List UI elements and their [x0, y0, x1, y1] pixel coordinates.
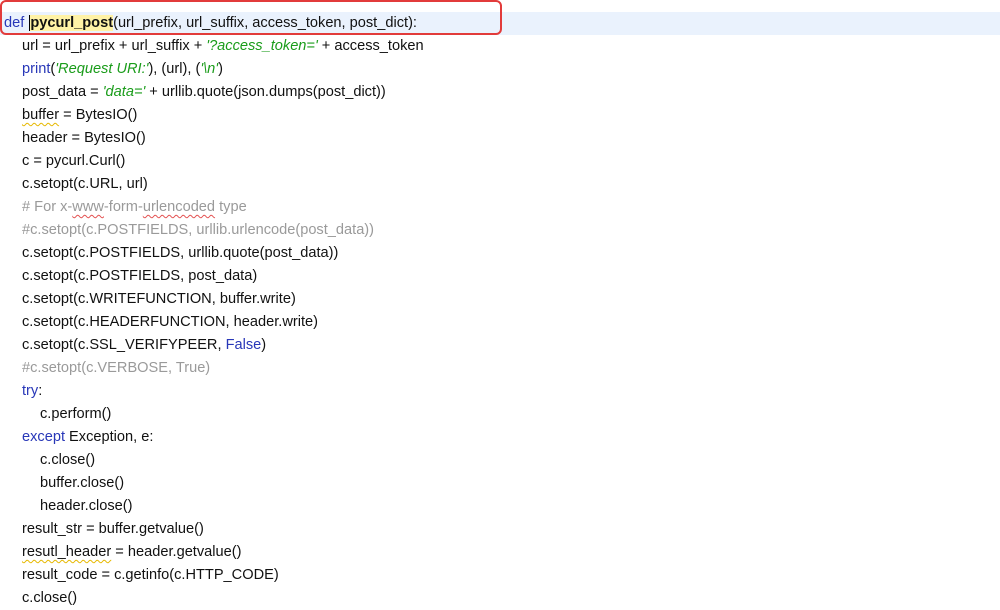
code-line[interactable]: print('Request URI:'), (url), ('\n') [0, 58, 223, 81]
code-line[interactable]: header.close() [0, 495, 132, 518]
code-line[interactable]: resutl_header = header.getvalue() [0, 541, 241, 564]
code-text: + urllib.quote(json.dumps(post_dict)) [145, 84, 386, 100]
code-text: result_str = buffer.getvalue() [22, 521, 204, 537]
code-text: header.close() [40, 498, 133, 514]
comment-text: type [215, 199, 247, 215]
string-literal: 'data=' [102, 84, 146, 100]
code-text: c.close() [40, 452, 96, 468]
code-line[interactable]: c.setopt(c.SSL_VERIFYPEER, False) [0, 334, 266, 357]
code-line[interactable]: c.perform() [0, 403, 111, 426]
code-text: buffer.close() [40, 475, 125, 491]
spell-error-word: www [72, 199, 104, 215]
string-literal: '\n' [200, 61, 219, 77]
code-line[interactable]: c.setopt(c.WRITEFUNCTION, buffer.write) [0, 288, 296, 311]
code-text: c.setopt(c.HEADERFUNCTION, header.write) [22, 314, 319, 330]
code-line[interactable]: c.setopt(c.URL, url) [0, 173, 148, 196]
code-line[interactable]: c.setopt(c.POSTFIELDS, urllib.quote(post… [0, 242, 338, 265]
code-text: : [38, 383, 43, 399]
code-line[interactable]: url = url_prefix + url_suffix + '?access… [0, 35, 424, 58]
keyword-except: except [22, 429, 65, 445]
constant-false: False [225, 337, 262, 353]
code-text: url = url_prefix + url_suffix + [22, 38, 207, 54]
code-text: c.close() [22, 590, 78, 606]
code-text: result_code = c.getinfo(c.HTTP_CODE) [22, 567, 279, 583]
code-text: = header.getvalue() [111, 544, 242, 560]
code-line[interactable]: c.setopt(c.POSTFIELDS, post_data) [0, 265, 257, 288]
code-text: c = pycurl.Curl() [22, 153, 126, 169]
code-text: ), (url), ( [148, 61, 201, 77]
spell-error-word: urlencoded [142, 199, 216, 215]
code-text: c.setopt(c.URL, url) [22, 176, 148, 192]
code-line[interactable]: buffer = BytesIO() [0, 104, 137, 127]
code-text: ) [261, 337, 267, 353]
comment-text: -form- [103, 199, 143, 215]
code-line[interactable]: buffer.close() [0, 472, 124, 495]
annotation-highlight-box [0, 0, 502, 35]
code-line[interactable]: c.setopt(c.HEADERFUNCTION, header.write) [0, 311, 318, 334]
string-literal: 'Request URI:' [55, 61, 149, 77]
code-text: = BytesIO() [59, 107, 138, 123]
code-editor[interactable]: def pycurl_post(url_prefix, url_suffix, … [0, 0, 1000, 608]
code-text: c.perform() [40, 406, 112, 422]
code-line[interactable]: except Exception, e: [0, 426, 153, 449]
keyword-print: print [22, 61, 51, 77]
spell-warning-word: buffer [22, 107, 60, 123]
code-line[interactable]: header = BytesIO() [0, 127, 146, 150]
code-line[interactable]: c = pycurl.Curl() [0, 150, 125, 173]
keyword-try: try [22, 383, 39, 399]
comment-line[interactable]: #c.setopt(c.VERBOSE, True) [0, 357, 210, 380]
comment-text: #c.setopt(c.VERBOSE, True) [22, 360, 211, 376]
code-line[interactable]: try: [0, 380, 42, 403]
code-text: header = BytesIO() [22, 130, 146, 146]
code-line[interactable]: c.close() [0, 449, 95, 472]
code-text: ) [218, 61, 223, 77]
comment-text: # For x- [22, 199, 73, 215]
code-line[interactable]: post_data = 'data=' + urllib.quote(json.… [0, 81, 386, 104]
code-text: c.setopt(c.SSL_VERIFYPEER, [22, 337, 226, 353]
code-text: c.setopt(c.WRITEFUNCTION, buffer.write) [22, 291, 296, 307]
string-literal: '?access_token=' [206, 38, 318, 54]
comment-line[interactable]: # For x-www-form-urlencoded type [0, 196, 247, 219]
code-text: Exception, e: [65, 429, 154, 445]
code-text: post_data = [22, 84, 103, 100]
code-line[interactable]: result_code = c.getinfo(c.HTTP_CODE) [0, 564, 279, 587]
comment-line[interactable]: #c.setopt(c.POSTFIELDS, urllib.urlencode… [0, 219, 374, 242]
code-line[interactable]: c.close() [0, 587, 77, 610]
code-text: c.setopt(c.POSTFIELDS, post_data) [22, 268, 258, 284]
spell-warning-word: resutl_header [22, 544, 112, 560]
code-line[interactable]: result_str = buffer.getvalue() [0, 518, 204, 541]
code-text: c.setopt(c.POSTFIELDS, urllib.quote(post… [22, 245, 339, 261]
code-text: + access_token [317, 38, 424, 54]
comment-text: #c.setopt(c.POSTFIELDS, urllib.urlencode… [22, 222, 375, 238]
